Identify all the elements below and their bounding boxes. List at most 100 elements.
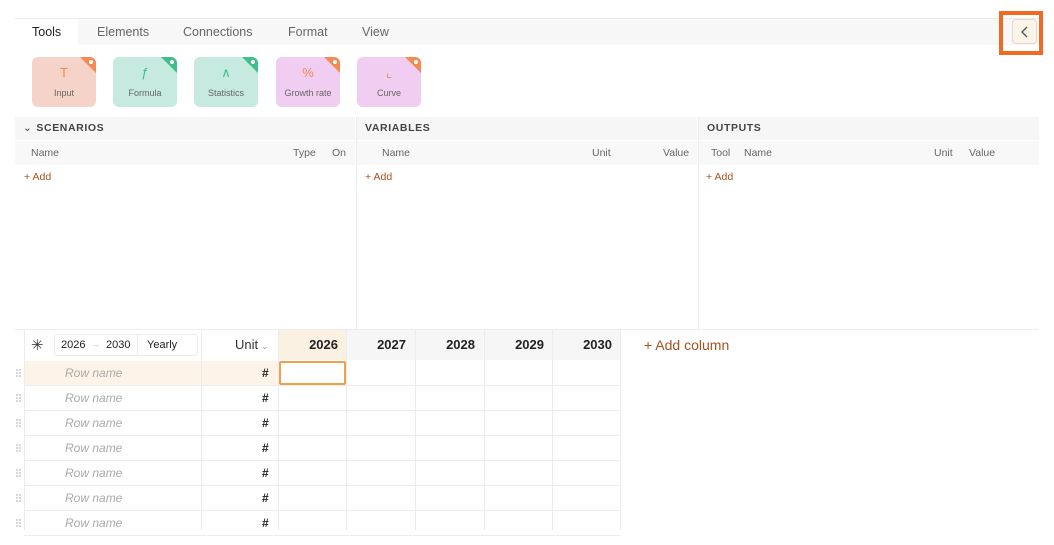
scenarios-col-name: Name <box>31 147 60 159</box>
tab-elements[interactable]: Elements <box>97 19 149 46</box>
scenarios-header[interactable]: ⌄ SCENARIOS <box>15 117 355 140</box>
variables-col-name: Name <box>382 147 411 159</box>
row-name-input[interactable]: Row name <box>65 516 122 530</box>
grid-line <box>201 330 202 530</box>
badge-dot <box>89 60 93 64</box>
row-divider <box>24 535 620 536</box>
row-name-input[interactable]: Row name <box>65 366 122 380</box>
divider <box>137 334 138 356</box>
add-output-link[interactable]: + Add <box>706 171 733 183</box>
year-header-2028[interactable]: 2028 <box>415 330 483 360</box>
chevron-down-icon: ⌄ <box>23 122 33 134</box>
grid-line <box>278 330 279 530</box>
function-icon: ƒ <box>141 65 149 80</box>
row-unit-cell[interactable]: # <box>262 516 269 530</box>
badge-dot <box>414 60 418 64</box>
row-unit-cell[interactable]: # <box>262 491 269 505</box>
grid-line <box>552 330 553 530</box>
start-year-field[interactable]: 2026 <box>61 339 85 351</box>
asterisk-icon[interactable]: ✳ <box>31 336 44 354</box>
panel-divider <box>698 117 699 329</box>
arrow-right-icon: → <box>91 339 100 349</box>
grid-line <box>346 330 347 530</box>
row-unit-cell[interactable]: # <box>262 366 269 380</box>
row-name-input[interactable]: Row name <box>65 491 122 505</box>
grid-line <box>620 330 621 530</box>
tab-format[interactable]: Format <box>288 19 328 46</box>
tool-formula[interactable]: ƒ Formula <box>113 57 177 107</box>
variables-col-unit: Unit <box>592 147 611 159</box>
period-select[interactable]: Yearly <box>147 339 177 351</box>
row-unit-cell[interactable]: # <box>262 391 269 405</box>
drag-handle-icon[interactable] <box>16 418 22 428</box>
variables-header: VARIABLES <box>357 117 697 140</box>
end-year-field[interactable]: 2030 <box>106 339 130 351</box>
panel-divider <box>356 117 357 329</box>
row-name-input[interactable]: Row name <box>65 391 122 405</box>
row-divider <box>24 385 620 386</box>
drag-handle-icon[interactable] <box>16 493 22 503</box>
scenarios-col-on: On <box>332 147 347 159</box>
tool-growth-rate[interactable]: % Growth rate <box>276 57 340 107</box>
tool-label: Input <box>53 88 75 98</box>
drag-handle-icon[interactable] <box>16 393 22 403</box>
drag-handle-icon[interactable] <box>16 518 22 528</box>
chart-line-icon: ⌞ <box>385 65 393 80</box>
row-divider <box>24 460 620 461</box>
chevron-down-icon: ⌄ <box>261 341 269 351</box>
tool-label: Curve <box>376 88 401 98</box>
outputs-col-value: Value <box>969 147 996 159</box>
drag-handle-icon[interactable] <box>16 368 22 378</box>
top-tab-bar: Tools Elements Connections Format View <box>15 18 1039 46</box>
row-divider <box>24 435 620 436</box>
grid-line <box>484 330 485 530</box>
add-column-button[interactable]: + Add column <box>644 337 729 353</box>
percent-icon: % <box>302 65 314 80</box>
unit-column-header[interactable]: Unit ⌄ <box>235 337 269 352</box>
selected-cell[interactable] <box>279 361 346 385</box>
drag-handle-icon[interactable] <box>16 443 22 453</box>
variables-title: VARIABLES <box>365 122 431 134</box>
row-unit-cell[interactable]: # <box>262 441 269 455</box>
drag-handle-icon[interactable] <box>16 468 22 478</box>
badge-dot <box>251 60 255 64</box>
grid-line <box>24 330 25 530</box>
row-unit-cell[interactable]: # <box>262 416 269 430</box>
row-name-input[interactable]: Row name <box>65 441 122 455</box>
tool-label: Growth rate <box>284 88 332 98</box>
year-header-2027[interactable]: 2027 <box>346 330 414 360</box>
add-variable-link[interactable]: + Add <box>365 171 392 183</box>
grid-line <box>415 330 416 530</box>
tool-curve[interactable]: ⌞ Curve <box>357 57 421 107</box>
badge-dot <box>333 60 337 64</box>
bell-curve-icon: ∧ <box>221 65 231 80</box>
add-scenario-link[interactable]: + Add <box>24 171 51 183</box>
chevron-left-icon <box>1020 26 1027 37</box>
badge-dot <box>170 60 174 64</box>
row-name-input[interactable]: Row name <box>65 466 122 480</box>
year-header-2026[interactable]: 2026 <box>278 330 346 360</box>
row-highlight <box>25 361 278 385</box>
outputs-col-name: Name <box>744 147 773 159</box>
row-name-input[interactable]: Row name <box>65 416 122 430</box>
collapse-panel-button[interactable] <box>1012 19 1037 44</box>
outputs-col-tool: Tool <box>711 147 731 159</box>
outputs-title: OUTPUTS <box>707 122 762 134</box>
outputs-header: OUTPUTS <box>699 117 1039 140</box>
tab-view[interactable]: View <box>362 19 389 46</box>
scenarios-title: SCENARIOS <box>36 122 105 134</box>
year-header-2030[interactable]: 2030 <box>552 330 620 360</box>
tool-label: Statistics <box>207 88 244 98</box>
row-divider <box>24 510 620 511</box>
tab-tools[interactable]: Tools <box>15 19 79 46</box>
unit-header-label: Unit <box>235 337 259 352</box>
tool-input[interactable]: T Input <box>32 57 96 107</box>
tab-connections[interactable]: Connections <box>183 19 253 46</box>
row-unit-cell[interactable]: # <box>262 466 269 480</box>
row-divider <box>24 410 620 411</box>
text-icon: T <box>60 65 68 80</box>
outputs-col-unit: Unit <box>934 147 953 159</box>
tool-label: Formula <box>128 88 162 98</box>
tool-statistics[interactable]: ∧ Statistics <box>194 57 258 107</box>
year-header-2029[interactable]: 2029 <box>484 330 552 360</box>
